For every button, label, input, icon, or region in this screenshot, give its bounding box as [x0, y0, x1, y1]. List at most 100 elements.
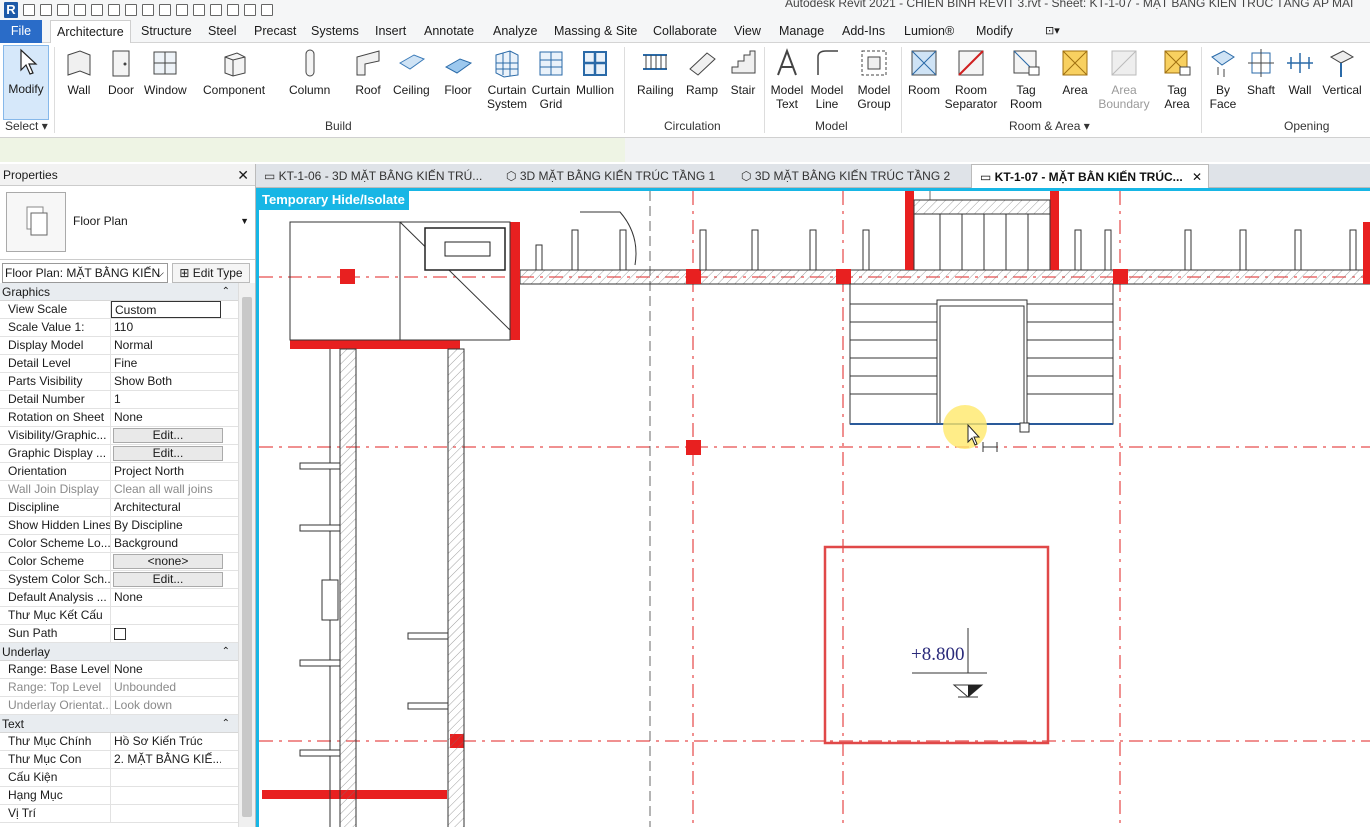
property-value[interactable]: None: [111, 661, 221, 678]
print-icon[interactable]: [125, 4, 137, 16]
property-value[interactable]: Background: [111, 535, 221, 552]
edit-type-button[interactable]: ⊞ Edit Type: [172, 263, 250, 283]
tab-annotate[interactable]: Annotate: [424, 20, 474, 43]
window-button[interactable]: Window: [144, 47, 187, 97]
area-button[interactable]: Area: [1058, 47, 1092, 97]
tab-view-kt-1-06[interactable]: ▭ KT-1-06 - 3D MẶT BẰNG KIẾN TRÚ...: [264, 164, 482, 188]
dimension-icon[interactable]: [159, 4, 171, 16]
tab-collaborate[interactable]: Collaborate: [653, 20, 717, 43]
property-value[interactable]: Fine: [111, 355, 221, 372]
text-icon[interactable]: [176, 4, 188, 16]
tab-precast[interactable]: Precast: [254, 20, 296, 43]
close-hidden-icon[interactable]: [244, 4, 256, 16]
tab-add-ins[interactable]: Add-Ins: [842, 20, 885, 43]
property-value[interactable]: 1: [111, 391, 221, 408]
property-value[interactable]: [111, 787, 221, 804]
sync-icon[interactable]: [74, 4, 86, 16]
tag-room-button[interactable]: Tag Room: [1008, 47, 1044, 111]
close-icon[interactable]: ✕: [1192, 170, 1202, 184]
section-underlay[interactable]: Underlay ⌃: [0, 643, 238, 661]
opening-by-face-button[interactable]: By Face: [1206, 47, 1240, 111]
level-elevation-label[interactable]: +8.800: [911, 644, 964, 666]
curtain-grid-button[interactable]: Curtain Grid: [531, 47, 571, 111]
tab-view[interactable]: View: [734, 20, 761, 43]
property-value[interactable]: Project North: [111, 463, 221, 480]
collapse-icon[interactable]: ⌃: [222, 283, 230, 301]
property-value[interactable]: None: [111, 409, 221, 426]
property-value[interactable]: [111, 607, 221, 624]
property-value[interactable]: Hồ Sơ Kiến Trúc: [111, 733, 221, 750]
ceiling-button[interactable]: Ceiling: [393, 47, 430, 97]
property-value[interactable]: None: [111, 589, 221, 606]
collapse-icon[interactable]: ⌃: [222, 643, 230, 661]
tag-area-button[interactable]: Tag Area: [1160, 47, 1194, 111]
door-button[interactable]: Door: [106, 47, 136, 97]
property-value[interactable]: Normal: [111, 337, 221, 354]
mullion-button[interactable]: Mullion: [576, 47, 614, 97]
area-boundary-button[interactable]: Area Boundary: [1098, 47, 1150, 111]
model-text-button[interactable]: Model Text: [770, 47, 804, 111]
drawing-area[interactable]: +8.800: [256, 188, 1370, 827]
wall-button[interactable]: Wall: [64, 47, 94, 97]
tab-file[interactable]: File: [0, 20, 42, 43]
open-icon[interactable]: [40, 4, 52, 16]
type-selector[interactable]: Floor Plan ▼: [0, 186, 255, 260]
component-button[interactable]: Component: [203, 47, 265, 97]
property-value[interactable]: 110: [111, 319, 221, 336]
model-group-button[interactable]: Model Group: [854, 47, 894, 111]
tab-architecture[interactable]: Architecture: [50, 20, 131, 44]
tab-massing-site[interactable]: Massing & Site: [554, 20, 637, 43]
measure-icon[interactable]: [142, 4, 154, 16]
opening-vertical-button[interactable]: Vertical: [1320, 47, 1364, 97]
property-value[interactable]: Show Both: [111, 373, 221, 390]
floor-button[interactable]: Floor: [443, 47, 473, 97]
opening-shaft-button[interactable]: Shaft: [1244, 47, 1278, 97]
stair-button[interactable]: Stair: [728, 47, 758, 97]
property-value[interactable]: Architectural: [111, 499, 221, 516]
tab-insert[interactable]: Insert: [375, 20, 406, 43]
close-icon[interactable]: ✕: [237, 164, 249, 186]
panel-room-area-label[interactable]: Room & Area ▾: [1009, 119, 1090, 133]
panel-select-label[interactable]: Select ▾: [5, 119, 48, 133]
curtain-system-button[interactable]: Curtain System: [486, 47, 528, 111]
property-value[interactable]: Custom: [111, 301, 221, 318]
property-value[interactable]: [111, 805, 221, 822]
thin-lines-icon[interactable]: [227, 4, 239, 16]
tab-manage[interactable]: Manage: [779, 20, 824, 43]
model-line-button[interactable]: Model Line: [809, 47, 845, 111]
tab-analyze[interactable]: Analyze: [493, 20, 537, 43]
tab-view-3d-tang-1[interactable]: ⬡ 3D MẶT BẰNG KIẾN TRÚC TẦNG 1: [506, 164, 715, 188]
chevron-down-icon[interactable]: ▼: [240, 216, 249, 226]
sun-path-checkbox[interactable]: [114, 628, 126, 640]
tab-structure[interactable]: Structure: [141, 20, 192, 43]
revit-logo-icon[interactable]: R: [4, 2, 18, 18]
property-edit-button[interactable]: Edit...: [113, 446, 223, 461]
tab-systems[interactable]: Systems: [311, 20, 359, 43]
tag-icon[interactable]: [210, 4, 222, 16]
tab-modify[interactable]: Modify: [976, 20, 1013, 43]
tab-lumion[interactable]: Lumion®: [904, 20, 954, 43]
room-button[interactable]: Room: [906, 47, 942, 97]
property-value[interactable]: [111, 625, 221, 642]
roof-button[interactable]: Roof: [353, 47, 383, 97]
properties-scrollbar[interactable]: [238, 283, 255, 827]
switch-windows-icon[interactable]: [261, 4, 273, 16]
redo-icon[interactable]: [108, 4, 120, 16]
property-value[interactable]: By Discipline: [111, 517, 221, 534]
scrollbar-thumb[interactable]: [242, 297, 252, 817]
save-icon[interactable]: [57, 4, 69, 16]
section-graphics[interactable]: Graphics ⌃: [0, 283, 238, 301]
column-button[interactable]: Column: [289, 47, 330, 97]
opening-wall-button[interactable]: Wall: [1284, 47, 1316, 97]
undo-icon[interactable]: [91, 4, 103, 16]
modify-button[interactable]: Modify: [3, 45, 49, 120]
tab-view-kt-1-07[interactable]: ▭ KT-1-07 - MẶT BẰN KIẾN TRÚC... ✕: [971, 164, 1210, 188]
room-separator-button[interactable]: Room Separator: [945, 47, 997, 111]
collapse-icon[interactable]: ⌃: [222, 715, 230, 733]
section-text[interactable]: Text ⌃: [0, 715, 238, 733]
tab-steel[interactable]: Steel: [208, 20, 237, 43]
property-edit-button[interactable]: <none>: [113, 554, 223, 569]
instance-selector[interactable]: Floor Plan: MẶT BẰNG KIẾN ⌵: [2, 263, 168, 283]
property-value[interactable]: [111, 769, 221, 786]
property-edit-button[interactable]: Edit...: [113, 428, 223, 443]
